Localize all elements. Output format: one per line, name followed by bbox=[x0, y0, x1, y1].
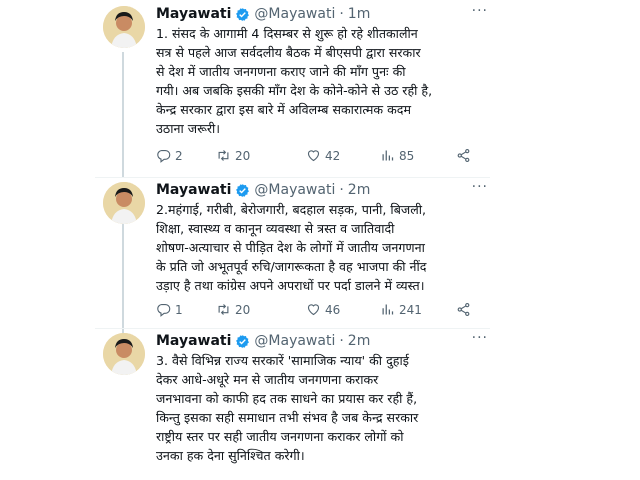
retweet-count: 20 bbox=[235, 148, 251, 163]
tweet-text: 2.महंगाई, गरीबी, बेरोजगारी, बदहाल सड़क, … bbox=[156, 202, 427, 293]
tweet-3[interactable]: Mayawati @Mayawati · 2m ··· 3. वैसे विभि… bbox=[95, 328, 490, 478]
views-button[interactable]: 85 bbox=[380, 148, 414, 163]
author-handle[interactable]: @Mayawati bbox=[254, 6, 335, 22]
views-icon bbox=[382, 150, 394, 161]
reply-button[interactable]: 1 bbox=[156, 302, 183, 317]
tweet-header: Mayawati @Mayawati · 2m bbox=[156, 332, 370, 350]
verified-badge-icon bbox=[235, 334, 250, 349]
tweet-actions: 1 20 46 241 bbox=[156, 302, 486, 320]
more-options-icon[interactable]: ··· bbox=[472, 330, 488, 346]
heart-icon bbox=[307, 304, 320, 316]
more-options-icon[interactable]: ··· bbox=[472, 3, 488, 19]
retweet-icon bbox=[218, 304, 229, 315]
like-count: 46 bbox=[325, 302, 341, 317]
timestamp[interactable]: 1m bbox=[348, 6, 371, 22]
separator-dot: · bbox=[339, 333, 344, 349]
views-button[interactable]: 241 bbox=[380, 302, 422, 317]
like-count: 42 bbox=[325, 148, 341, 163]
tweet-2[interactable]: Mayawati @Mayawati · 2m ··· 2.महंगाई, गर… bbox=[95, 177, 490, 328]
retweet-button[interactable]: 20 bbox=[216, 148, 250, 163]
avatar[interactable] bbox=[103, 6, 145, 48]
views-icon bbox=[382, 304, 394, 315]
separator-dot: · bbox=[339, 182, 344, 198]
author-name[interactable]: Mayawati bbox=[156, 333, 231, 349]
views-count: 85 bbox=[399, 148, 415, 163]
views-count: 241 bbox=[399, 302, 422, 317]
verified-badge-icon bbox=[235, 183, 250, 198]
tweet-header: Mayawati @Mayawati · 2m bbox=[156, 181, 370, 199]
share-icon bbox=[457, 303, 470, 316]
author-handle[interactable]: @Mayawati bbox=[254, 333, 335, 349]
timestamp[interactable]: 2m bbox=[348, 182, 371, 198]
reply-button[interactable]: 2 bbox=[156, 148, 183, 163]
avatar[interactable] bbox=[103, 182, 145, 224]
tweet-text: 1. संसद के आगामी 4 दिसम्बर से शुरू हो रह… bbox=[156, 26, 433, 136]
tweet-actions: 2 20 42 85 bbox=[156, 148, 486, 166]
timestamp[interactable]: 2m bbox=[348, 333, 371, 349]
reply-count: 2 bbox=[175, 148, 183, 163]
retweet-button[interactable]: 20 bbox=[216, 302, 250, 317]
author-name[interactable]: Mayawati bbox=[156, 182, 231, 198]
avatar[interactable] bbox=[103, 333, 145, 375]
tweet-1[interactable]: Mayawati @Mayawati · 1m ··· 1. संसद के आ… bbox=[95, 2, 490, 178]
tweet-text: 3. वैसे विभिन्न राज्य सरकारें 'सामाजिक न… bbox=[156, 353, 419, 463]
like-button[interactable]: 42 bbox=[306, 148, 340, 163]
tweet-header: Mayawati @Mayawati · 1m bbox=[156, 5, 370, 23]
reply-count: 1 bbox=[175, 302, 183, 317]
reply-icon bbox=[157, 303, 171, 317]
author-handle[interactable]: @Mayawati bbox=[254, 182, 335, 198]
more-options-icon[interactable]: ··· bbox=[472, 179, 488, 195]
verified-badge-icon bbox=[235, 7, 250, 22]
like-button[interactable]: 46 bbox=[306, 302, 340, 317]
reply-icon bbox=[157, 149, 171, 163]
share-icon bbox=[457, 149, 470, 162]
heart-icon bbox=[307, 150, 320, 162]
retweet-icon bbox=[218, 150, 229, 161]
separator-dot: · bbox=[339, 6, 344, 22]
share-button[interactable] bbox=[456, 302, 475, 317]
author-name[interactable]: Mayawati bbox=[156, 6, 231, 22]
share-button[interactable] bbox=[456, 148, 475, 163]
retweet-count: 20 bbox=[235, 302, 251, 317]
